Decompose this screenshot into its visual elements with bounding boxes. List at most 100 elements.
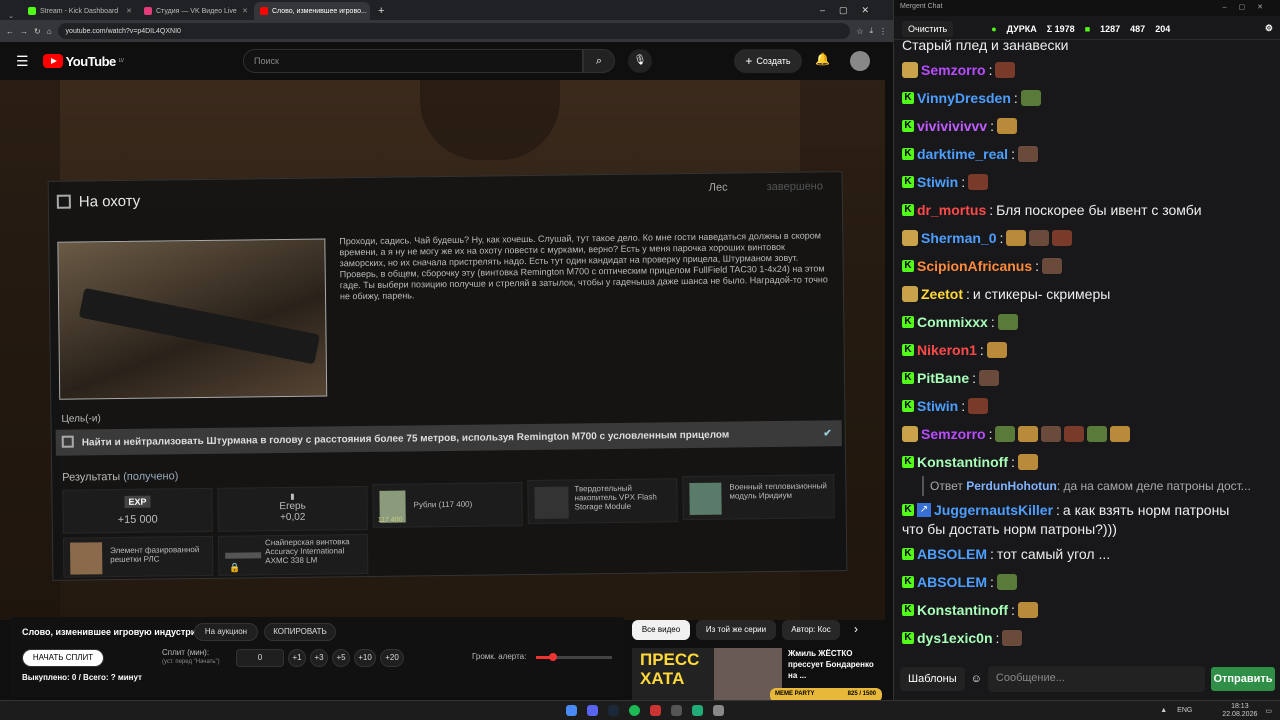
reward-exp: EXP +15 000 — [62, 487, 213, 534]
chat-username[interactable]: Sherman_0 — [921, 224, 996, 252]
chat-username[interactable]: Zeetot — [921, 280, 963, 308]
avatar[interactable] — [850, 51, 870, 71]
taskbar: ▲ ENG 18:13 22.08.2026 ▭ — [0, 700, 1280, 720]
slider-thumb[interactable] — [549, 653, 557, 661]
tab-youtube[interactable]: Слово, изменившее игрово... ✕ — [254, 2, 370, 20]
chat-message: K Konstantinoff: — [902, 448, 1274, 476]
chat-message-partial: Старый плед и занавески — [902, 37, 1069, 53]
window-controls[interactable]: –▢✕ — [1223, 3, 1275, 11]
forward-icon[interactable]: → — [20, 27, 28, 36]
emote-icon — [1029, 230, 1050, 246]
app-icon[interactable] — [650, 705, 661, 716]
chat-username[interactable]: Nikeron1 — [917, 336, 977, 364]
obs-icon[interactable] — [671, 705, 682, 716]
youtube-logo[interactable]: YouTube LV — [42, 54, 124, 69]
chat-username[interactable]: darktime_real — [917, 140, 1008, 168]
chat-username[interactable]: Semzorro — [921, 56, 986, 84]
tab-vk-studio[interactable]: Студия — VK Видео Live ✕ — [138, 2, 254, 20]
chat-message-input[interactable]: Сообщение... — [987, 666, 1205, 692]
window-controls[interactable]: –▢✕ — [810, 5, 893, 20]
kick-badge-icon: K — [902, 372, 914, 384]
chrome-icon[interactable] — [566, 705, 577, 716]
notifications-bell-icon[interactable]: 🔔 — [815, 52, 830, 66]
chat-username[interactable]: Commixxx — [917, 308, 988, 336]
chip-author[interactable]: Автор: Кос — [782, 620, 840, 640]
colon: : — [1010, 602, 1015, 618]
chat-message: Kdr_mortus: Бля поскорее бы ивент с зомби — [902, 196, 1274, 224]
chevron-right-icon[interactable]: › — [854, 622, 858, 636]
discord-icon[interactable] — [587, 705, 598, 716]
voice-search-button[interactable]: 🎙 — [628, 49, 652, 73]
steam-icon[interactable] — [608, 705, 619, 716]
download-icon[interactable]: ⤓ — [869, 26, 873, 36]
emote-icon — [996, 574, 1017, 590]
app-icon[interactable] — [713, 705, 724, 716]
create-button[interactable]: + Создать — [734, 49, 802, 73]
step-20-button[interactable]: +20 — [380, 649, 404, 667]
url-field[interactable]: youtube.com/watch?v=p4DIL4QXNI0 — [57, 23, 851, 39]
home-icon[interactable]: ⌂ — [47, 27, 52, 36]
step-10-button[interactable]: +10 — [354, 649, 376, 667]
auction-button[interactable]: На аукцион — [194, 623, 258, 641]
tab-search-icon[interactable]: ⌄ — [0, 12, 22, 20]
alert-volume-slider[interactable] — [536, 653, 612, 661]
close-icon[interactable]: ✕ — [126, 7, 132, 15]
spotify-icon[interactable] — [629, 705, 640, 716]
copy-button[interactable]: КОПИРОВАТЬ — [264, 623, 336, 641]
reload-icon[interactable]: ↻ — [34, 27, 41, 36]
start-split-button[interactable]: НАЧАТЬ СПЛИТ — [22, 649, 104, 667]
step-1-button[interactable]: +1 — [288, 649, 306, 667]
hamburger-menu-icon[interactable]: ☰ — [16, 53, 29, 70]
chat-username[interactable]: PitBane — [917, 364, 969, 392]
emote-icon — [968, 174, 989, 190]
chat-username[interactable]: ABSOLEM — [917, 540, 987, 568]
chat-username[interactable]: Konstantinoff — [917, 448, 1008, 476]
chat-username[interactable]: VinnyDresden — [917, 84, 1011, 112]
settings-gear-icon[interactable]: ⚙ — [1265, 23, 1273, 34]
chat-username[interactable]: Semzorro — [921, 420, 986, 448]
radar-part-icon — [70, 542, 103, 575]
search-button[interactable]: ⌕ — [583, 49, 615, 73]
video-player[interactable]: На охоту Лес завершено Проходи, садись. … — [0, 80, 885, 640]
emoji-icon[interactable]: ☺ — [971, 673, 982, 685]
user-badge-icon — [902, 62, 918, 78]
step-3-button[interactable]: +3 — [310, 649, 328, 667]
chat-username[interactable]: dys1exic0n — [917, 624, 993, 652]
notifications-icon[interactable]: ▭ — [1265, 707, 1272, 715]
chat-username[interactable]: Stiwin — [917, 392, 958, 420]
wifi-icon[interactable]: ▲ — [1160, 707, 1167, 714]
chat-username[interactable]: dr_mortus — [917, 196, 986, 224]
chat-username[interactable]: ABSOLEM — [917, 568, 987, 596]
step-5-button[interactable]: +5 — [332, 649, 350, 667]
menu-dots-icon[interactable]: ⋮ — [879, 27, 887, 36]
chat-username[interactable]: ScipionAfricanus — [917, 252, 1032, 280]
tab-label: Студия — VK Видео Live — [156, 7, 237, 15]
send-button[interactable]: Отправить — [1211, 667, 1275, 691]
search-input[interactable]: Поиск — [243, 49, 583, 73]
chat-message: Kdarktime_real: — [902, 140, 1274, 168]
split-minutes-input[interactable]: 0 — [236, 649, 284, 667]
emote-icon — [968, 398, 989, 414]
chat-username[interactable]: vivivivivvv — [917, 112, 987, 140]
app-icon[interactable] — [692, 705, 703, 716]
back-icon[interactable]: ← — [6, 27, 14, 36]
close-icon[interactable]: ✕ — [242, 7, 248, 15]
chat-username[interactable]: Stiwin — [917, 168, 958, 196]
chip-same-series[interactable]: Из той же серии — [696, 620, 776, 640]
new-tab-icon[interactable]: + — [370, 5, 392, 20]
tab-kick-dashboard[interactable]: Stream - Kick Dashboard ✕ — [22, 2, 138, 20]
chip-all-videos[interactable]: Все видео — [632, 620, 690, 640]
clock[interactable]: 18:13 22.08.2026 — [1222, 703, 1257, 719]
rec-title[interactable]: Жмиль ЖЁСТКО прессует Бондаренко на ... — [788, 648, 880, 681]
windows-start-icon[interactable] — [545, 705, 556, 716]
chat-username[interactable]: Konstantinoff — [917, 596, 1008, 624]
kick-badge-icon: K — [902, 92, 914, 104]
user-badge-icon — [902, 230, 918, 246]
reply-prefix: Ответ — [930, 479, 963, 493]
reward-item-radar: Элемент фазированной решетки РЛС — [62, 535, 214, 578]
templates-button[interactable]: Шаблоны — [900, 667, 965, 691]
language-indicator[interactable]: ENG — [1177, 707, 1192, 714]
rifle-icon — [225, 552, 262, 559]
rec-thumbnail[interactable]: ПРЕСС ХАТА — [632, 648, 782, 700]
bookmark-star-icon[interactable]: ☆ — [856, 27, 863, 36]
